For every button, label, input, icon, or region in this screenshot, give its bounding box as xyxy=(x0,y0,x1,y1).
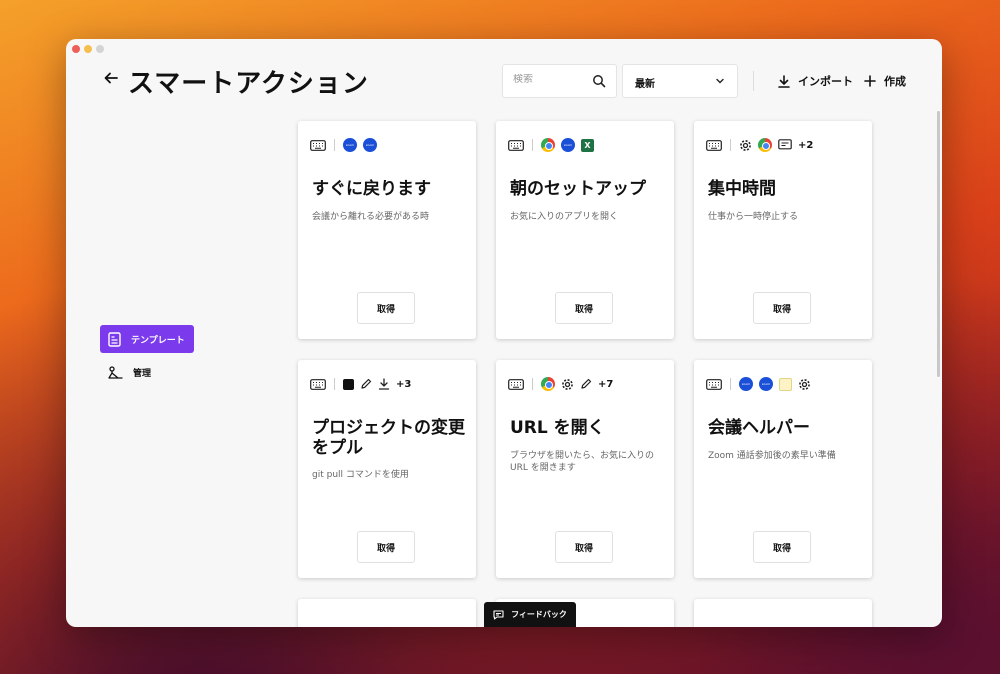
zoom-icon: zoom xyxy=(561,138,575,152)
icon-separator xyxy=(334,378,335,390)
card-icons: zoom zoom xyxy=(310,138,377,152)
template-icon xyxy=(108,331,121,347)
search-input[interactable] xyxy=(513,74,593,85)
action-card[interactable]: zoom X 朝のセットアップ お気に入りのアプリを開く 取得 xyxy=(496,121,674,339)
search-box[interactable] xyxy=(502,64,617,98)
sidebar-item-templates[interactable]: テンプレート xyxy=(100,325,194,353)
get-button[interactable]: 取得 xyxy=(555,292,613,324)
get-button[interactable]: 取得 xyxy=(753,531,811,563)
card-description: 仕事から一時停止する xyxy=(708,212,799,222)
create-button[interactable]: 作成 xyxy=(864,73,906,89)
plus-icon xyxy=(864,75,876,87)
card-description: お気に入りのアプリを開く xyxy=(510,212,619,222)
icon-separator xyxy=(532,139,533,151)
download-icon xyxy=(378,378,390,390)
gear-icon xyxy=(561,378,574,391)
chat-icon xyxy=(493,609,504,620)
card-title: URL を開く xyxy=(510,418,605,438)
zoom-window-button[interactable] xyxy=(96,45,104,53)
card-description: Zoom 通話参加後の素早い準備 xyxy=(708,451,836,461)
card-icons: +7 xyxy=(508,377,613,391)
keyboard-icon xyxy=(310,378,326,390)
card-icons: +3 xyxy=(310,377,411,391)
more-count: +2 xyxy=(798,139,814,151)
keyboard-icon xyxy=(310,139,326,151)
header-divider xyxy=(753,71,754,91)
card-icons: +2 xyxy=(706,138,813,152)
pencil-icon xyxy=(580,378,592,390)
card-title: 朝のセットアップ xyxy=(510,179,646,199)
window-controls xyxy=(72,45,104,53)
notes-icon xyxy=(779,377,792,391)
card-title: 集中時間 xyxy=(708,179,776,199)
feedback-label: フィードバック xyxy=(511,610,567,619)
app-window: スマートアクション 最新 インポート 作成 xyxy=(66,39,942,627)
create-label: 作成 xyxy=(884,75,906,88)
chrome-icon xyxy=(758,138,772,152)
keyboard-icon xyxy=(508,139,524,151)
gear-icon xyxy=(798,378,811,391)
get-button[interactable]: 取得 xyxy=(357,292,415,324)
icon-separator xyxy=(730,139,731,151)
icon-separator xyxy=(532,378,533,390)
zoom-icon: zoom xyxy=(739,377,753,391)
keyboard-icon xyxy=(508,378,524,390)
scrollbar[interactable] xyxy=(937,111,940,377)
more-count: +7 xyxy=(598,378,614,390)
hanger-icon xyxy=(108,365,123,379)
search-icon[interactable] xyxy=(592,74,606,88)
gear-icon xyxy=(739,139,752,152)
page-title: スマートアクション xyxy=(128,69,369,99)
card-title: プロジェクトの変更をプル xyxy=(312,418,465,458)
sidebar-item-label: テンプレート xyxy=(131,335,185,346)
card-icons: zoom zoom xyxy=(706,377,811,391)
action-card-partial[interactable] xyxy=(298,599,476,627)
sidebar-item-label: 管理 xyxy=(133,368,152,379)
action-card[interactable]: +3 プロジェクトの変更をプル git pull コマンドを使用 取得 xyxy=(298,360,476,578)
card-description: ブラウザを開いたら、お気に入りの URL を開きます xyxy=(510,451,655,473)
sort-dropdown[interactable]: 最新 xyxy=(622,64,738,98)
card-icons: zoom X xyxy=(508,138,594,152)
chevron-down-icon xyxy=(715,76,725,86)
icon-separator xyxy=(334,139,335,151)
header: スマートアクション 最新 インポート 作成 xyxy=(66,61,942,101)
chrome-icon xyxy=(541,138,555,152)
feedback-button[interactable]: フィードバック xyxy=(484,602,576,627)
zoom-icon: zoom xyxy=(759,377,773,391)
get-button[interactable]: 取得 xyxy=(555,531,613,563)
action-card[interactable]: +2 集中時間 仕事から一時停止する 取得 xyxy=(694,121,872,339)
pencil-icon xyxy=(360,378,372,390)
action-card[interactable]: zoom zoom すぐに戻ります 会議から離れる必要がある時 取得 xyxy=(298,121,476,339)
import-button[interactable]: インポート xyxy=(778,73,853,89)
message-icon xyxy=(778,139,792,151)
action-card-partial[interactable] xyxy=(694,599,872,627)
back-arrow-icon[interactable] xyxy=(104,71,118,85)
close-window-button[interactable] xyxy=(72,45,80,53)
excel-icon: X xyxy=(581,138,594,152)
icon-separator xyxy=(730,378,731,390)
sidebar-item-manage[interactable]: 管理 xyxy=(100,358,194,386)
import-label: インポート xyxy=(798,75,853,88)
get-button[interactable]: 取得 xyxy=(357,531,415,563)
sort-selected-value: 最新 xyxy=(635,79,655,90)
action-card[interactable]: +7 URL を開く ブラウザを開いたら、お気に入りの URL を開きます 取得 xyxy=(496,360,674,578)
zoom-icon: zoom xyxy=(363,138,377,152)
card-description: git pull コマンドを使用 xyxy=(312,470,409,480)
get-button[interactable]: 取得 xyxy=(753,292,811,324)
download-icon xyxy=(778,74,790,88)
card-description: 会議から離れる必要がある時 xyxy=(312,212,430,222)
action-card[interactable]: zoom zoom 会議ヘルパー Zoom 通話参加後の素早い準備 取得 xyxy=(694,360,872,578)
keyboard-icon xyxy=(706,139,722,151)
more-count: +3 xyxy=(396,378,412,390)
card-title: 会議ヘルパー xyxy=(708,418,810,438)
terminal-icon xyxy=(343,378,354,390)
minimize-window-button[interactable] xyxy=(84,45,92,53)
sidebar: テンプレート 管理 xyxy=(100,325,194,391)
keyboard-icon xyxy=(706,378,722,390)
chrome-icon xyxy=(541,377,555,391)
card-title: すぐに戻ります xyxy=(312,179,431,199)
zoom-icon: zoom xyxy=(343,138,357,152)
